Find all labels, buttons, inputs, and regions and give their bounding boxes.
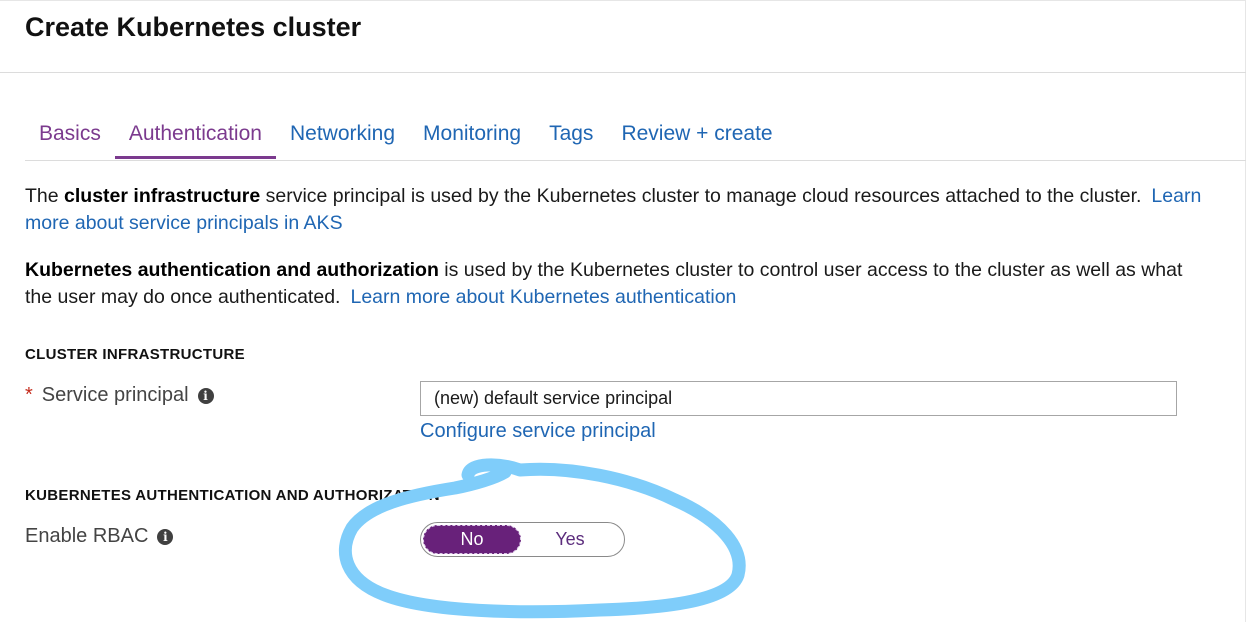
service-principal-label: Service principal — [41, 384, 189, 406]
highlight-scribble-annotation — [338, 458, 746, 619]
enable-rbac-label: Enable RBAC — [25, 525, 149, 547]
rbac-label-row: Enable RBAC i — [25, 525, 174, 548]
top-border — [0, 0, 1246, 1]
info-icon[interactable]: i — [157, 528, 174, 545]
info-icon[interactable]: i — [197, 387, 214, 404]
intro-bold-infrastructure: cluster infrastructure — [64, 185, 261, 207]
rbac-toggle[interactable]: No Yes — [420, 522, 625, 557]
service-principal-field[interactable]: (new) default service principal — [420, 381, 1177, 416]
tab-review-create[interactable]: Review + create — [607, 118, 786, 155]
cluster-infrastructure-heading: CLUSTER INFRASTRUCTURE — [25, 346, 245, 363]
intro-paragraph-infrastructure: The cluster infrastructure service princ… — [25, 183, 1205, 237]
page-title: Create Kubernetes cluster — [25, 12, 362, 42]
tab-authentication[interactable]: Authentication — [114, 118, 277, 159]
learn-more-k8s-auth-link[interactable]: Learn more about Kubernetes authenticati… — [350, 286, 736, 308]
tab-tags[interactable]: Tags — [535, 118, 607, 155]
intro-bold-auth: Kubernetes authentication and authorizat… — [25, 259, 439, 281]
k8s-auth-heading: KUBERNETES AUTHENTICATION AND AUTHORIZAT… — [25, 487, 440, 504]
rbac-toggle-yes[interactable]: Yes — [521, 525, 619, 554]
service-principal-label-row: * Service principal i — [25, 384, 214, 407]
tab-monitoring[interactable]: Monitoring — [409, 118, 535, 155]
tab-basics[interactable]: Basics — [25, 118, 115, 155]
required-marker: * — [25, 384, 33, 406]
intro-paragraph-auth: Kubernetes authentication and authorizat… — [25, 257, 1205, 311]
configure-service-principal-link[interactable]: Configure service principal — [420, 420, 656, 443]
create-cluster-page: Create Kubernetes cluster Basics Authent… — [0, 0, 1246, 622]
wizard-tabs: Basics Authentication Networking Monitor… — [25, 118, 1246, 161]
header-divider — [0, 72, 1246, 73]
intro-text-infrastructure: service principal is used by the Kuberne… — [260, 185, 1142, 207]
tab-networking[interactable]: Networking — [276, 118, 409, 155]
rbac-toggle-no[interactable]: No — [423, 525, 521, 554]
intro-text-prefix: The — [25, 185, 65, 207]
